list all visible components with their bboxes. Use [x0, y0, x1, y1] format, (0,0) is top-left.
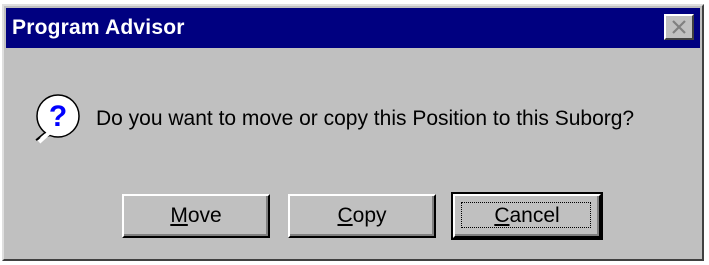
cancel-button[interactable]: Cancel — [451, 192, 603, 240]
move-button-label: ove — [187, 204, 222, 227]
close-icon — [672, 20, 686, 34]
title-bar[interactable]: Program Advisor — [6, 8, 700, 48]
copy-button[interactable]: Copy — [288, 194, 436, 238]
move-button-mnemonic: M — [170, 204, 188, 227]
close-button[interactable] — [664, 14, 694, 40]
question-icon: ? — [35, 94, 80, 144]
copy-button-label: opy — [352, 204, 387, 227]
dialog-message: Do you want to move or copy this Positio… — [96, 107, 635, 130]
svg-text:?: ? — [49, 100, 67, 133]
move-button[interactable]: Move — [122, 194, 270, 238]
focus-rectangle — [461, 202, 591, 228]
dialog-window: Program Advisor ? Do you want to move or… — [2, 4, 704, 261]
copy-button-mnemonic: C — [337, 204, 353, 227]
window-title: Program Advisor — [12, 16, 185, 39]
